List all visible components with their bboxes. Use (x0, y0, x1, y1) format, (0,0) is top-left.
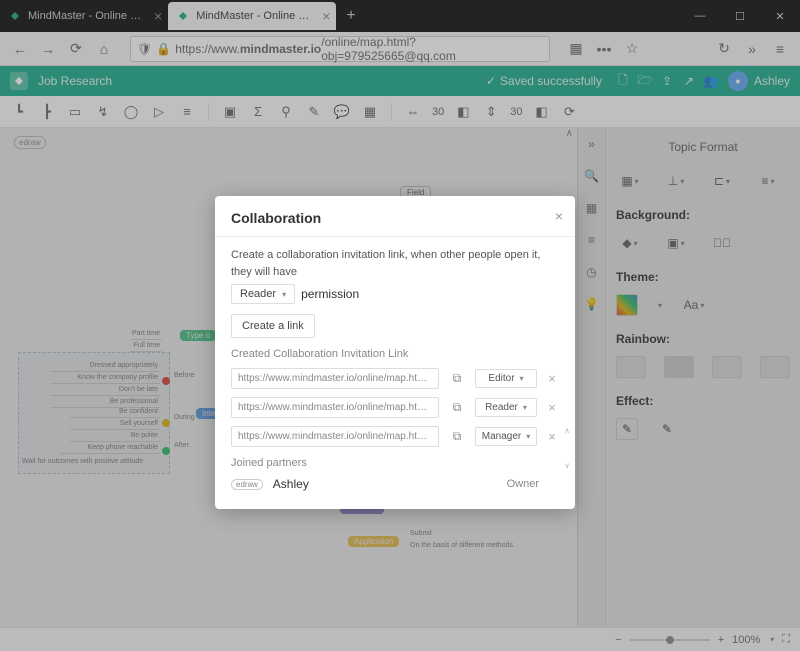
delete-link-button[interactable]: × (545, 429, 559, 444)
copy-icon[interactable]: ⧉ (447, 427, 467, 447)
delete-link-button[interactable]: × (545, 400, 559, 415)
permission-selector[interactable]: Reader ▾ (231, 284, 295, 304)
delete-link-button[interactable]: × (545, 371, 559, 386)
role-selector[interactable]: Manager▾ (475, 427, 537, 446)
link-row-2: https://www.mindmaster.io/online/map.htm… (231, 426, 559, 447)
role-value: Manager (482, 431, 521, 442)
role-selector[interactable]: Reader▾ (475, 398, 537, 417)
modal-scrollbar[interactable]: ∧ ∨ (563, 426, 571, 497)
link-input[interactable]: https://www.mindmaster.io/online/map.htm… (231, 397, 439, 418)
modal-hint: Create a collaboration invitation link, … (231, 247, 559, 280)
created-links-label: Created Collaboration Invitation Link (231, 348, 559, 360)
permission-suffix: permission (301, 287, 359, 301)
collaboration-modal: Collaboration × Create a collaboration i… (215, 196, 575, 509)
scroll-up-icon[interactable]: ∧ (563, 426, 571, 435)
owner-label: Owner (507, 478, 539, 490)
partner-logo: edraw (231, 479, 263, 490)
link-input[interactable]: https://www.mindmaster.io/online/map.htm… (231, 368, 439, 389)
scroll-down-icon[interactable]: ∨ (563, 461, 571, 470)
copy-icon[interactable]: ⧉ (447, 398, 467, 418)
partners-label: Joined partners (231, 457, 559, 469)
create-link-button[interactable]: Create a link (231, 314, 315, 338)
chevron-down-icon: ▾ (282, 290, 286, 299)
copy-icon[interactable]: ⧉ (447, 369, 467, 389)
partner-name: Ashley (273, 477, 309, 491)
close-modal-button[interactable]: × (555, 208, 563, 224)
modal-title: Collaboration (231, 210, 559, 226)
role-value: Reader (485, 402, 518, 413)
link-row-1: https://www.mindmaster.io/online/map.htm… (231, 397, 559, 418)
link-row-0: https://www.mindmaster.io/online/map.htm… (231, 368, 559, 389)
role-selector[interactable]: Editor▾ (475, 369, 537, 388)
permission-value: Reader (240, 288, 276, 300)
role-value: Editor (488, 373, 514, 384)
link-input[interactable]: https://www.mindmaster.io/online/map.htm… (231, 426, 439, 447)
